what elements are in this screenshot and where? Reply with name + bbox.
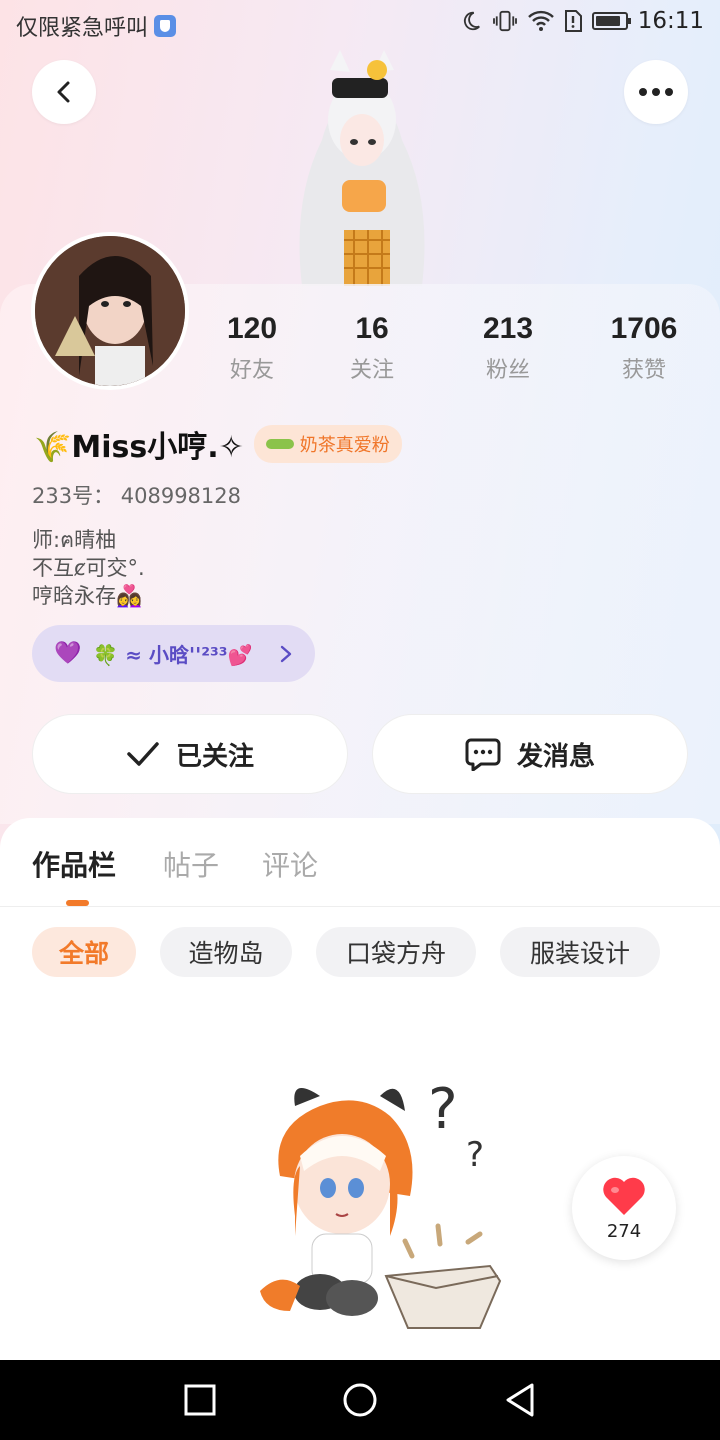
system-nav-bar (0, 1360, 720, 1440)
check-icon (127, 742, 159, 766)
clock: 16:11 (637, 8, 704, 34)
more-dots-icon (639, 88, 673, 96)
chip-creation-island[interactable]: 造物岛 (160, 927, 292, 977)
svg-text:?: ? (428, 1077, 458, 1142)
chip-costume-design[interactable]: 服装设计 (500, 927, 660, 977)
stat-friends[interactable]: 120 好友 (192, 312, 312, 384)
more-button[interactable] (624, 60, 688, 124)
user-name: 🌾Miss小哼.✧ (34, 430, 244, 465)
back-nav-icon[interactable] (504, 1382, 536, 1418)
fan-badge[interactable]: 奶茶真爱粉 (253, 425, 402, 463)
followed-button[interactable]: 已关注 (32, 714, 348, 794)
heart-icon: 💜 (54, 641, 82, 666)
message-label: 发消息 (516, 741, 595, 772)
badge-label: 奶茶真爱粉 (299, 435, 390, 456)
chat-bubble-icon (465, 738, 501, 771)
moon-icon (463, 11, 480, 31)
shield-icon (154, 15, 177, 37)
stat-value: 16 (355, 312, 389, 345)
stat-value: 120 (226, 312, 278, 345)
home-icon[interactable] (342, 1382, 378, 1418)
divider (0, 906, 720, 907)
like-count: 274 (606, 1220, 642, 1242)
followed-label: 已关注 (175, 741, 254, 772)
avatar-photo (35, 236, 185, 386)
tab-works[interactable]: 作品栏 (32, 844, 116, 884)
wifi-icon (527, 10, 554, 31)
bio-line: 哼晗永存👩‍❤️‍👩 (32, 584, 143, 608)
chevron-right-icon (280, 645, 292, 662)
badge-icon (265, 439, 294, 449)
heart-icon (603, 1177, 645, 1215)
emergency-text: 仅限紧急呼叫 (16, 16, 149, 41)
like-button[interactable]: 274 (572, 1156, 676, 1260)
group-pill-label: 🍀 ≈ 小晗''²³³💕 (93, 643, 253, 667)
back-button[interactable] (32, 60, 96, 124)
name-row: 🌾Miss小哼.✧ 奶茶真爱粉 (34, 422, 402, 466)
stat-likes[interactable]: 1706 获赞 (584, 312, 704, 384)
empty-state-illustration: ? ? (260, 1077, 502, 1329)
battery-icon (591, 12, 631, 30)
tab-comments[interactable]: 评论 (262, 844, 318, 884)
stat-followers[interactable]: 213 粉丝 (448, 312, 568, 384)
vibrate-icon (492, 10, 517, 32)
svg-text:?: ? (466, 1135, 484, 1175)
chip-all[interactable]: 全部 (32, 927, 136, 977)
status-bar: 仅限紧急呼叫 16:11 (0, 0, 720, 50)
stat-label: 获赞 (621, 358, 666, 383)
avatar[interactable] (31, 232, 189, 390)
battery-level (595, 16, 620, 26)
stat-value: 213 (482, 312, 534, 345)
stat-value: 1706 (610, 312, 678, 345)
stat-label: 好友 (229, 358, 274, 383)
bio-line: 师:ฅ晴柚 (32, 528, 117, 552)
stat-label: 粉丝 (485, 358, 530, 383)
recent-apps-icon[interactable] (184, 1384, 216, 1416)
group-pill[interactable]: 💜 🍀 ≈ 小晗''²³³💕 (32, 625, 315, 682)
chip-pocket-ark[interactable]: 口袋方舟 (316, 927, 476, 977)
character-figure (299, 50, 425, 286)
bio: 师:ฅ晴柚 不互ȼ可交°. 哼晗永存👩‍❤️‍👩 (32, 526, 145, 610)
message-button[interactable]: 发消息 (372, 714, 688, 794)
status-right: 16:11 (460, 8, 704, 34)
tab-posts[interactable]: 帖子 (163, 844, 219, 884)
status-left: 仅限紧急呼叫 (16, 10, 177, 42)
stat-following[interactable]: 16 关注 (312, 312, 432, 384)
stat-label: 关注 (349, 358, 394, 383)
chevron-left-icon (57, 81, 70, 103)
user-id: 233号： 408998128 (32, 484, 242, 508)
bio-line: 不互ȼ可交°. (32, 556, 145, 580)
sim-alert-icon (564, 10, 582, 32)
